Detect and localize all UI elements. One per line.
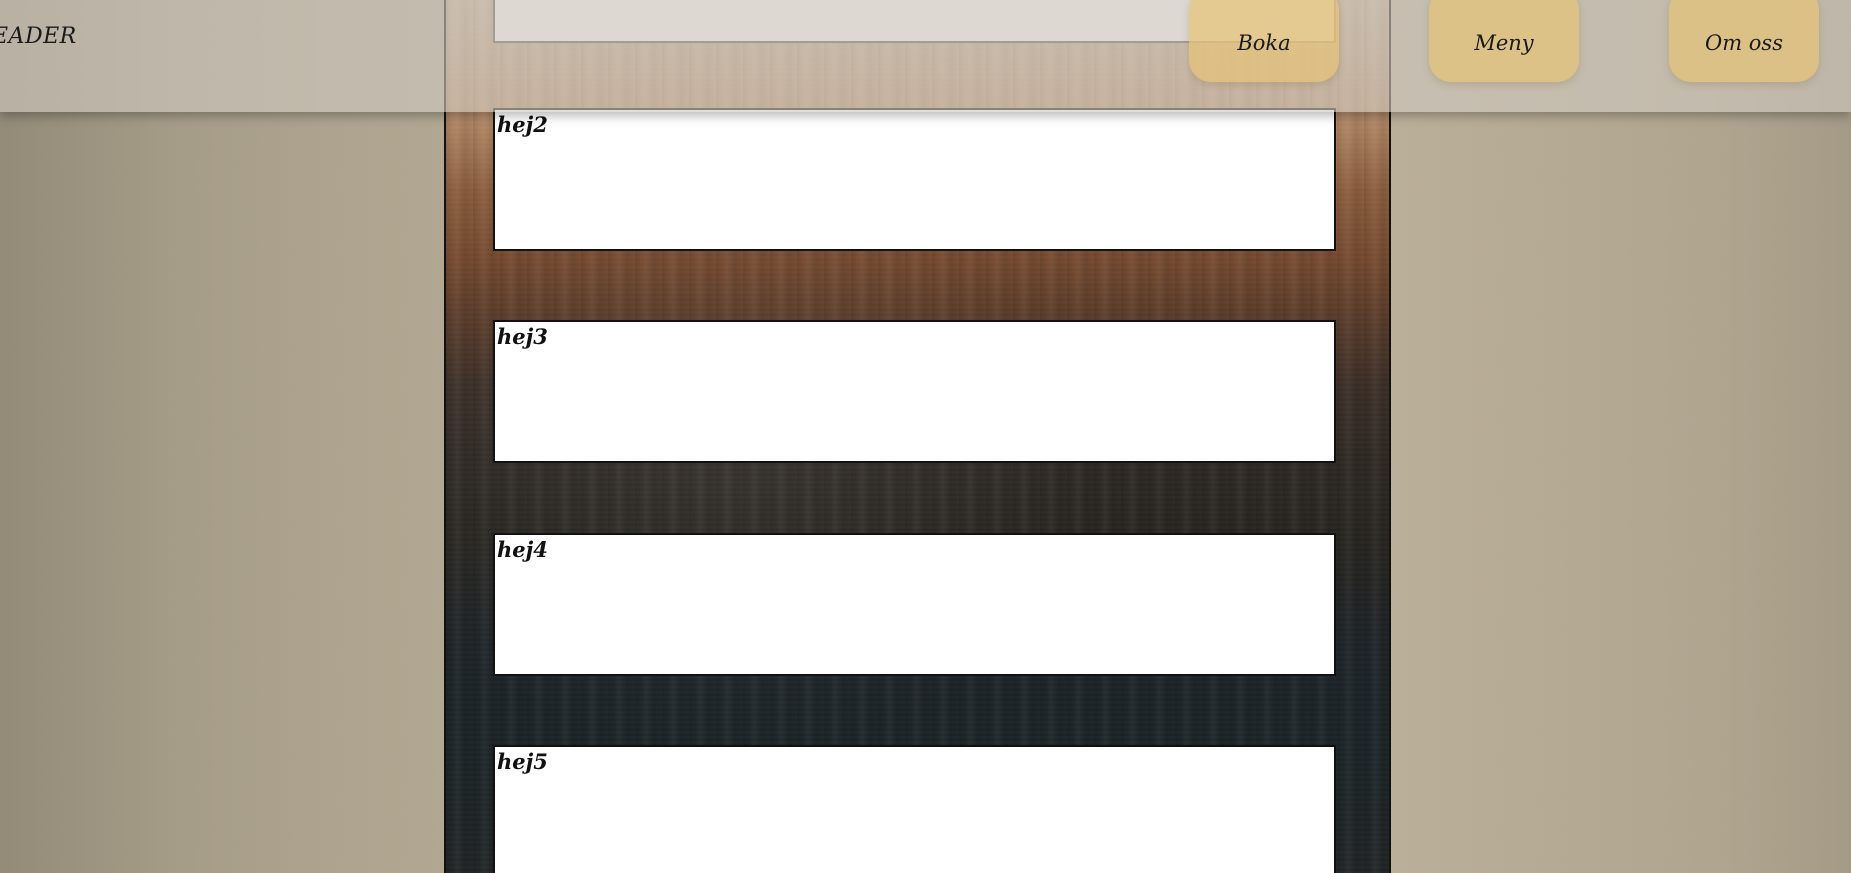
content-card: hej4 [493, 533, 1336, 676]
content-card: hej2 [493, 108, 1336, 251]
background-left [0, 0, 444, 873]
header-logo-text: EADER [0, 24, 77, 49]
content-card: hej5 [493, 745, 1336, 873]
nav-button-om-oss[interactable]: Om oss [1669, 0, 1819, 82]
card-title: hej3 [497, 324, 548, 349]
card-title: hej2 [497, 112, 548, 137]
nav-button-boka[interactable]: Boka [1189, 0, 1339, 82]
card-title: hej5 [497, 749, 548, 774]
nav-button-meny[interactable]: Meny [1429, 0, 1579, 82]
site-header: EADER Boka Meny Om oss [0, 0, 1851, 112]
content-card: hej3 [493, 320, 1336, 463]
background-right [1389, 0, 1851, 873]
card-title: hej4 [497, 537, 548, 562]
